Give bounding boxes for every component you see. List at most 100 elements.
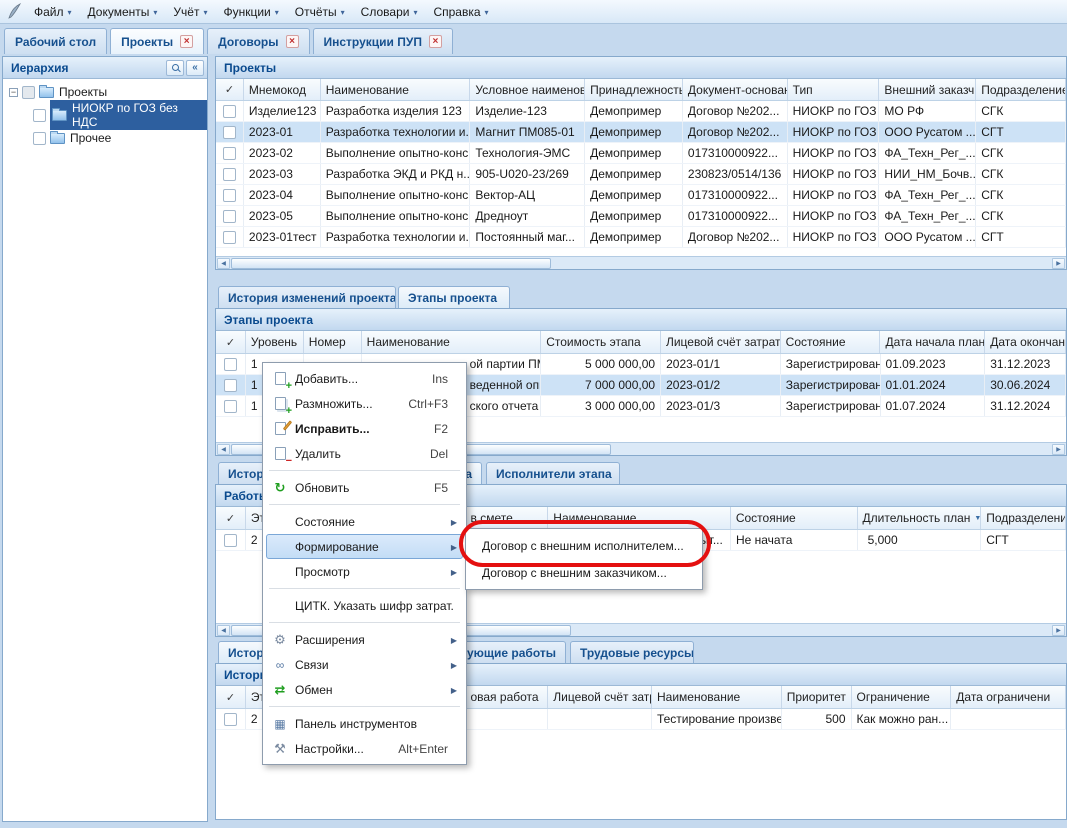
close-icon[interactable]: × [180,35,193,48]
column-header[interactable]: Ограничение [852,686,952,708]
column-header[interactable]: Дата окончани [985,331,1066,353]
column-header[interactable]: Внешний заказчик [879,79,976,100]
checkbox[interactable] [22,86,35,99]
collapse-panel-icon[interactable]: « [186,60,204,76]
submenu-item-external-customer-contract[interactable]: Договор с внешним заказчиком... [469,559,699,586]
tab-desktop[interactable]: Рабочий стол [4,28,107,54]
checkbox[interactable] [224,358,237,371]
checkbox[interactable] [224,713,237,726]
tab-projects[interactable]: Проекты× [110,28,204,54]
checkbox[interactable] [223,147,236,160]
checkbox[interactable] [224,534,237,547]
column-header[interactable]: Приоритет [782,686,852,708]
column-header[interactable]: Условное наименова [470,79,585,100]
select-all-header[interactable]: ✓ [216,686,246,708]
horizontal-scrollbar[interactable]: ◀ ▶ [216,256,1066,269]
column-header[interactable]: Мнемокод [244,79,321,100]
column-header[interactable]: Принадлежность [585,79,683,100]
checkbox[interactable] [223,210,236,223]
scroll-left-icon[interactable]: ◀ [217,444,230,455]
menu-functions[interactable]: Функции▾ [215,3,286,21]
search-icon[interactable] [166,60,184,76]
column-header[interactable]: Дата ограничени [951,686,1066,708]
tab-stage-executors[interactable]: Исполнители этапа [486,462,620,484]
checkbox[interactable] [223,105,236,118]
tab-project-history[interactable]: История изменений проекта [218,286,396,308]
table-row[interactable]: 2023-05 Выполнение опытно-конс... Дредно… [216,206,1066,227]
ctx-item-links[interactable]: ∞ Связи ▶ [266,652,463,677]
select-all-header[interactable]: ✓ [216,79,244,100]
column-header[interactable]: Уровень [246,331,304,353]
scroll-left-icon[interactable]: ◀ [217,625,230,636]
ctx-item-toolbar[interactable]: ▦ Панель инструментов [266,711,463,736]
checkbox[interactable] [223,168,236,181]
tab-labor-resources[interactable]: Трудовые ресурсы [570,641,694,663]
column-header[interactable]: Номер [304,331,362,353]
select-all-header[interactable]: ✓ [216,331,246,353]
close-icon[interactable]: × [429,35,442,48]
ctx-item-duplicate[interactable]: + Размножить...Ctrl+F3 [266,391,463,416]
scroll-right-icon[interactable]: ▶ [1052,258,1065,269]
submenu-item-external-executor-contract[interactable]: Договор с внешним исполнителем... [469,532,699,559]
ctx-item-exchange[interactable]: ⇄ Обмен ▶ [266,677,463,702]
column-header[interactable]: Тип [788,79,880,100]
column-header[interactable]: Длительность план▼ [858,507,982,529]
column-header[interactable]: Состояние [781,331,881,353]
column-header[interactable]: Дата начала план [880,331,985,353]
menu-help[interactable]: Справка▾ [425,3,496,21]
menu-file[interactable]: Файл▾ [26,3,80,21]
ctx-item-settings[interactable]: ⚒ Настройки...Alt+Enter [266,736,463,761]
table-row[interactable]: 2023-01тест Разработка технологии и... П… [216,227,1066,248]
checkbox[interactable] [33,132,46,145]
ctx-item-add[interactable]: + Добавить...Ins [266,366,463,391]
column-header[interactable]: Наименование [652,686,782,708]
close-icon[interactable]: × [286,35,299,48]
scroll-left-icon[interactable]: ◀ [217,258,230,269]
scroll-right-icon[interactable]: ▶ [1052,625,1065,636]
checkbox[interactable] [223,189,236,202]
checkbox[interactable] [33,109,46,122]
column-header[interactable]: Лицевой счёт затр [548,686,652,708]
cell: 2023-01/3 [661,396,781,416]
column-header[interactable]: Наименование [548,507,731,529]
checkbox[interactable] [223,126,236,139]
table-row[interactable]: 2023-04 Выполнение опытно-конс... Вектор… [216,185,1066,206]
tree-item-projects[interactable]: − Проекты [3,82,207,102]
menu-dictionaries[interactable]: Словари▾ [353,3,426,21]
column-header[interactable]: Подразделение-испо [981,507,1066,529]
tab-project-stages[interactable]: Этапы проекта [398,286,510,308]
checkbox[interactable] [224,400,237,413]
tree-item-niokr[interactable]: НИОКР по ГОЗ без НДС [3,105,207,125]
column-header[interactable]: Лицевой счёт затрат. [661,331,781,353]
select-all-header[interactable]: ✓ [216,507,246,529]
column-header[interactable]: Состояние [731,507,858,529]
table-row[interactable]: Изделие123 Разработка изделия 123 Издели… [216,101,1066,122]
menu-accounting[interactable]: Учёт▾ [165,3,215,21]
scroll-thumb[interactable] [231,258,551,269]
column-header[interactable]: Наименование [321,79,471,100]
column-header[interactable]: Наименование [362,331,542,353]
column-header[interactable]: Документ-основан [683,79,788,100]
checkbox[interactable] [224,379,237,392]
menu-reports[interactable]: Отчёты▾ [287,3,353,21]
ctx-item-refresh[interactable]: ↻ ОбновитьF5 [266,475,463,500]
tab-instructions[interactable]: Инструкции ПУП× [313,28,453,54]
ctx-item-citk-code[interactable]: ЦИТК. Указать шифр затрат... [266,593,463,618]
table-row-selected[interactable]: 2023-01 Разработка технологии и... Магни… [216,122,1066,143]
expander-icon[interactable]: − [9,88,18,97]
table-row[interactable]: 2023-02 Выполнение опытно-конс... Технол… [216,143,1066,164]
ctx-item-formation[interactable]: Формирование ▶ [266,534,463,559]
table-row[interactable]: 2023-03 Разработка ЭКД и РКД н... 905-U0… [216,164,1066,185]
ctx-item-view[interactable]: Просмотр ▶ [266,559,463,584]
ctx-item-state[interactable]: Состояние ▶ [266,509,463,534]
column-header[interactable]: Подразделение [976,79,1066,100]
ctx-item-extensions[interactable]: ⚙ Расширения ▶ [266,627,463,652]
tree-item-other[interactable]: Прочее [3,128,207,148]
ctx-item-edit[interactable]: Исправить...F2 [266,416,463,441]
column-header[interactable]: Стоимость этапа [541,331,661,353]
checkbox[interactable] [223,231,236,244]
tab-contracts[interactable]: Договоры× [207,28,309,54]
menu-documents[interactable]: Документы▾ [80,3,166,21]
scroll-right-icon[interactable]: ▶ [1052,444,1065,455]
ctx-item-delete[interactable]: − УдалитьDel [266,441,463,466]
